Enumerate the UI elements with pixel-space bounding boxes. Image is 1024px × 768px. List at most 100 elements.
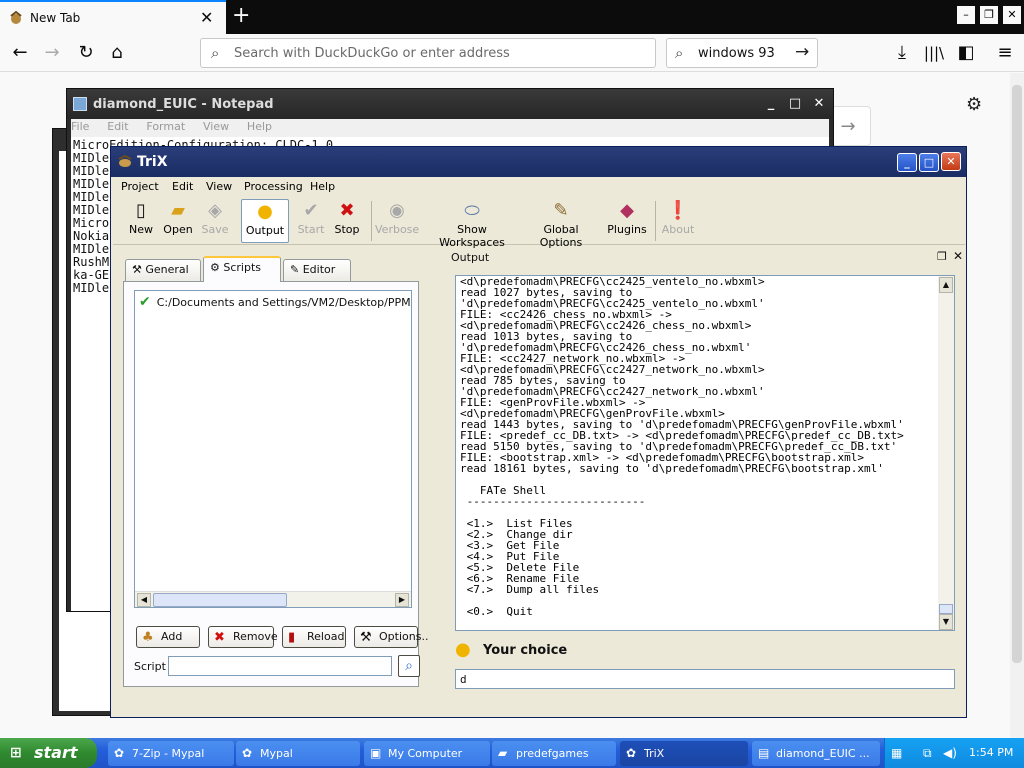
window-close-button[interactable]: ✕ <box>1003 6 1021 24</box>
new-tab-button[interactable]: + <box>232 3 250 28</box>
add-label: Add <box>161 630 183 643</box>
volume-icon[interactable]: ◀) <box>943 746 957 760</box>
notepad-minimize-button[interactable]: _ <box>761 95 781 113</box>
scroll-up-icon[interactable]: ▲ <box>939 277 953 293</box>
mypal-icon: ✿ <box>242 746 253 760</box>
reload-icon[interactable]: ↻ <box>74 42 98 64</box>
save-button[interactable]: ◈ Save <box>199 199 231 243</box>
vscroll-thumb[interactable] <box>939 604 953 614</box>
search-go-icon[interactable]: → <box>795 42 809 62</box>
menu-edit[interactable]: Edit <box>172 180 193 193</box>
menu-icon[interactable]: ≡ <box>993 42 1017 64</box>
stop-label: Stop <box>334 223 360 236</box>
reload-button[interactable]: ▮ Reload <box>282 626 346 648</box>
browser-tab[interactable]: New Tab ✕ <box>0 0 226 34</box>
hscroll-thumb[interactable] <box>153 593 287 607</box>
open-button[interactable]: ▰ Open <box>159 199 197 243</box>
notepad-menu-view[interactable]: View <box>203 120 229 133</box>
window-minimize-button[interactable]: – <box>957 6 975 24</box>
start-button[interactable]: ✔ Start <box>295 199 327 243</box>
stop-button[interactable]: ✖ Stop <box>331 199 363 243</box>
output-text-area[interactable]: <d\predefomadm\PRECFG\cc2425_ventelo_no.… <box>455 275 955 631</box>
trix-titlebar[interactable]: TriX _ □ ✕ <box>111 147 966 177</box>
tab-editor[interactable]: ✎ Editor <box>283 259 351 281</box>
page-scroll-thumb[interactable] <box>1012 85 1022 663</box>
keyboard-icon[interactable]: ▦ <box>891 746 902 760</box>
notepad-menu-edit[interactable]: Edit <box>107 120 128 133</box>
about-label: About <box>661 223 695 236</box>
notepad-titlebar[interactable]: diamond_EUIC - Notepad _ □ ✕ <box>67 89 833 119</box>
menu-processing[interactable]: Processing <box>244 180 303 193</box>
page-scrollbar[interactable] <box>1010 73 1024 740</box>
notepad-maximize-button[interactable]: □ <box>785 95 805 113</box>
add-button[interactable]: ♣ Add <box>136 626 200 648</box>
trix-window[interactable]: TriX _ □ ✕ Project Edit View Processing … <box>110 146 967 718</box>
trix-toolbar: ▯ New ▰ Open ◈ Save ● Output ✔ Start ✖ Stop ◉ V… <box>113 197 965 249</box>
task-predefgames[interactable]: ▰ predefgames <box>492 741 616 766</box>
task-mypal[interactable]: ✿ Mypal <box>236 741 360 766</box>
search-bar[interactable]: ⌕ windows 93 → <box>666 38 818 68</box>
download-icon[interactable]: ⤓ <box>890 42 914 64</box>
scroll-down-icon[interactable]: ▼ <box>939 614 953 630</box>
menu-help[interactable]: Help <box>310 180 335 193</box>
scroll-left-icon[interactable]: ◀ <box>137 593 151 607</box>
plugins-label: Plugins <box>607 223 647 236</box>
gear-icon[interactable]: ⚙ <box>966 94 982 115</box>
output-vscrollbar[interactable]: ▲ ▼ <box>938 276 954 630</box>
script-search-button[interactable]: ⌕ <box>398 655 420 677</box>
back-icon[interactable]: ← <box>8 42 32 64</box>
trix-close-button[interactable]: ✕ <box>941 152 961 171</box>
notepad-menu-file[interactable]: File <box>71 120 89 133</box>
undock-icon[interactable]: ❐ <box>937 250 947 263</box>
scripts-tab-panel: ✔ C:/Documents and Settings/VM2/Desktop/P… <box>123 281 428 687</box>
close-icon[interactable]: ✕ <box>953 249 963 263</box>
choice-input[interactable]: d <box>455 669 955 689</box>
workspaces-icon: ⬭ <box>464 200 480 221</box>
forward-icon[interactable]: → <box>40 42 64 64</box>
tab-general[interactable]: ⚒ General <box>125 259 201 281</box>
new-icon: ▯ <box>136 200 146 221</box>
left-panel: ⚒ General ⚙ Scripts ✎ Editor ✔ C:/Documen… <box>123 251 428 687</box>
output-text: <d\predefomadm\PRECFG\cc2425_ventelo_no.… <box>460 276 904 618</box>
home-icon[interactable]: ⌂ <box>105 42 129 64</box>
options-button[interactable]: ⚒ Options.. <box>354 626 428 648</box>
new-button[interactable]: ▯ New <box>125 199 157 243</box>
tab-close-icon[interactable]: ✕ <box>200 8 213 27</box>
trix-minimize-button[interactable]: _ <box>897 153 917 172</box>
clock: 1:54 PM <box>969 746 1014 759</box>
list-item[interactable]: ✔ C:/Documents and Settings/VM2/Desktop/P… <box>137 293 411 311</box>
about-button[interactable]: ❗ About <box>659 199 697 243</box>
notepad-menu-format[interactable]: Format <box>146 120 185 133</box>
task-notepad[interactable]: ▤ diamond_EUIC ... <box>752 741 880 766</box>
notepad-menu-help[interactable]: Help <box>247 120 272 133</box>
url-bar[interactable]: ⌕ Search with DuckDuckGo or enter addres… <box>200 38 656 68</box>
plugins-button[interactable]: ◆ Plugins <box>607 199 647 243</box>
remove-button[interactable]: ✖ Remove <box>208 626 278 648</box>
global-options-button[interactable]: ✎ Global Options <box>525 199 597 249</box>
task-7zip-mypal[interactable]: ✿ 7-Zip - Mypal <box>108 741 234 766</box>
output-button[interactable]: ● Output <box>241 199 289 243</box>
menu-project[interactable]: Project <box>121 180 159 193</box>
toolbar-separator <box>371 201 372 241</box>
task-trix[interactable]: ✿ TriX <box>620 741 748 766</box>
script-input[interactable] <box>168 656 392 676</box>
scripts-tab-icon: ⚙ <box>210 261 224 274</box>
trix-menubar: Project Edit View Processing Help <box>113 177 965 197</box>
scroll-right-icon[interactable]: ▶ <box>395 593 409 607</box>
browser-tab-strip: New Tab ✕ + – ❐ ✕ <box>0 0 1024 34</box>
script-list-hscrollbar[interactable]: ◀ ▶ <box>135 591 411 607</box>
task-my-computer[interactable]: ▣ My Computer <box>364 741 490 766</box>
script-list[interactable]: ✔ C:/Documents and Settings/VM2/Desktop/P… <box>134 290 412 608</box>
verbose-button[interactable]: ◉ Verbose <box>375 199 419 243</box>
notepad-close-button[interactable]: ✕ <box>809 95 829 113</box>
sidebar-icon[interactable]: ◧ <box>954 42 978 64</box>
show-workspaces-button[interactable]: ⬭ Show Workspaces <box>425 199 519 249</box>
start-button[interactable]: ⊞ start <box>0 738 97 768</box>
menu-view[interactable]: View <box>206 180 232 193</box>
tab-scripts[interactable]: ⚙ Scripts <box>203 256 281 282</box>
network-icon[interactable]: ⧉ <box>923 746 932 761</box>
window-maximize-button[interactable]: ❐ <box>980 6 998 24</box>
add-icon: ♣ <box>142 630 154 645</box>
library-icon[interactable]: |||\ <box>922 42 946 64</box>
trix-maximize-button[interactable]: □ <box>919 153 939 172</box>
